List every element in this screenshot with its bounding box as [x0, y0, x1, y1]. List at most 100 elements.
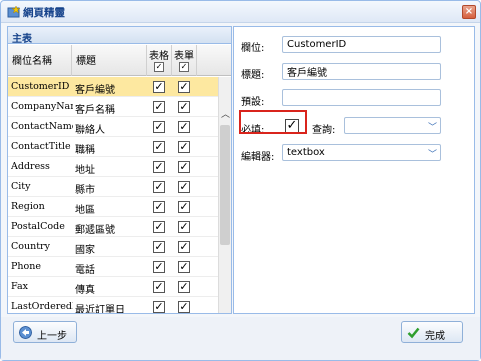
header-table-checkbox[interactable]: ✓	[179, 62, 189, 72]
table-checkbox[interactable]: ✓	[178, 221, 190, 233]
form-checkbox[interactable]: ✓	[153, 161, 165, 173]
table-row[interactable]: Country 國家 ✓ ✓	[8, 237, 218, 257]
table-row[interactable]: Fax 傳真 ✓ ✓	[8, 277, 218, 297]
header-form-checkbox[interactable]: ✓	[154, 62, 164, 72]
title-cell: 最近訂單日	[75, 305, 125, 313]
chevron-up-icon[interactable]: ︿	[219, 109, 231, 121]
title-cell: 縣市	[75, 185, 95, 196]
table-checkbox[interactable]: ✓	[178, 301, 190, 313]
form-checkbox[interactable]: ✓	[153, 281, 165, 293]
table-checkbox[interactable]: ✓	[178, 281, 190, 293]
field-properties-panel: 欄位: 標題: 預設: 必填: ✓ 查詢: ﹀ 編輯器: textbox ﹀	[233, 26, 475, 314]
query-label: 查詢:	[312, 125, 336, 136]
form-checkbox[interactable]: ✓	[153, 301, 165, 313]
chevron-down-icon: ﹀	[427, 150, 437, 160]
title-cell: 客戶名稱	[75, 105, 115, 116]
form-checkbox[interactable]: ✓	[153, 81, 165, 93]
form-checkbox[interactable]: ✓	[153, 241, 165, 253]
table-row[interactable]: LastOrderedDa 最近訂單日 ✓ ✓	[8, 297, 218, 313]
grid-scrollbar[interactable]: ︿	[218, 77, 231, 313]
table-row[interactable]: Phone 電話 ✓ ✓	[8, 257, 218, 277]
table-checkbox[interactable]: ✓	[178, 161, 190, 173]
finish-button[interactable]: 完成	[401, 321, 463, 343]
title-cell: 聯絡人	[75, 125, 105, 136]
header-form: 表格 ✓	[147, 45, 172, 76]
field-name-cell: PostalCode	[11, 221, 65, 232]
field-name-cell: ContactName	[11, 121, 73, 132]
header-field-name[interactable]: 欄位名稱	[8, 45, 72, 76]
header-title[interactable]: 標題	[72, 45, 147, 76]
form-checkbox[interactable]: ✓	[153, 221, 165, 233]
editor-select[interactable]: textbox ﹀	[282, 144, 441, 161]
title-label: 標題:	[241, 70, 265, 81]
field-name-cell: ContactTitle	[11, 141, 71, 152]
previous-button[interactable]: 上一步	[13, 321, 77, 343]
wizard-window: 網頁精靈 × 主表 欄位名稱 標題 表格 ✓ 表單 ✓ CustomerID 客…	[0, 0, 481, 361]
arrow-left-icon	[19, 326, 32, 339]
previous-button-label: 上一步	[37, 331, 67, 342]
field-name-cell: Region	[11, 201, 45, 212]
form-checkbox[interactable]: ✓	[153, 101, 165, 113]
required-highlight-box	[239, 110, 307, 134]
header-table: 表單 ✓	[172, 45, 197, 76]
header-field-name-label: 欄位名稱	[12, 56, 52, 67]
grid-body: CustomerID 客戶編號 ✓ ✓ CompanyName 客戶名稱 ✓ ✓…	[8, 77, 218, 313]
field-name-cell: CustomerID	[11, 81, 70, 92]
header-form-label: 表格	[149, 51, 169, 62]
title-cell: 地址	[75, 165, 95, 176]
table-checkbox[interactable]: ✓	[178, 181, 190, 193]
field-label: 欄位:	[241, 43, 265, 54]
field-name-cell: LastOrderedDa	[11, 301, 73, 312]
title-bar: 網頁精靈 ×	[1, 1, 480, 23]
default-label: 預設:	[241, 97, 265, 108]
table-checkbox[interactable]: ✓	[178, 81, 190, 93]
title-cell: 客戶編號	[75, 85, 115, 96]
title-input[interactable]	[282, 63, 441, 80]
title-cell: 郵遞區號	[75, 225, 115, 236]
table-row[interactable]: CustomerID 客戶編號 ✓ ✓	[8, 77, 218, 97]
table-checkbox[interactable]: ✓	[178, 261, 190, 273]
table-row[interactable]: PostalCode 郵遞區號 ✓ ✓	[8, 217, 218, 237]
table-row[interactable]: CompanyName 客戶名稱 ✓ ✓	[8, 97, 218, 117]
header-title-label: 標題	[76, 56, 96, 67]
table-row[interactable]: City 縣市 ✓ ✓	[8, 177, 218, 197]
title-cell: 電話	[75, 265, 95, 276]
panel-title: 主表	[8, 27, 231, 45]
title-cell: 國家	[75, 245, 95, 256]
table-checkbox[interactable]: ✓	[178, 201, 190, 213]
table-row[interactable]: Region 地區 ✓ ✓	[8, 197, 218, 217]
header-table-label: 表單	[174, 51, 194, 62]
table-checkbox[interactable]: ✓	[178, 121, 190, 133]
field-name-cell: Phone	[11, 261, 41, 272]
form-checkbox[interactable]: ✓	[153, 261, 165, 273]
field-name-cell: Fax	[11, 281, 28, 292]
form-checkbox[interactable]: ✓	[153, 181, 165, 193]
field-name-cell: City	[11, 181, 31, 192]
query-select[interactable]: ﹀	[344, 117, 441, 134]
default-input[interactable]	[282, 89, 441, 106]
wizard-wand-icon	[7, 5, 21, 18]
table-checkbox[interactable]: ✓	[178, 141, 190, 153]
footer-bar: 上一步 完成	[1, 317, 480, 360]
field-input[interactable]	[282, 36, 441, 53]
table-row[interactable]: ContactName 聯絡人 ✓ ✓	[8, 117, 218, 137]
close-button[interactable]: ×	[462, 5, 476, 19]
master-table-panel: 主表 欄位名稱 標題 表格 ✓ 表單 ✓ CustomerID 客戶編號 ✓ ✓	[7, 26, 232, 314]
editor-label: 編輯器:	[241, 152, 275, 163]
form-checkbox[interactable]: ✓	[153, 121, 165, 133]
title-cell: 傳真	[75, 285, 95, 296]
title-cell: 地區	[75, 205, 95, 216]
table-row[interactable]: ContactTitle 職稱 ✓ ✓	[8, 137, 218, 157]
form-checkbox[interactable]: ✓	[153, 201, 165, 213]
editor-select-value: textbox	[287, 147, 325, 158]
table-row[interactable]: Address 地址 ✓ ✓	[8, 157, 218, 177]
finish-button-label: 完成	[425, 331, 445, 342]
table-checkbox[interactable]: ✓	[178, 101, 190, 113]
table-checkbox[interactable]: ✓	[178, 241, 190, 253]
form-checkbox[interactable]: ✓	[153, 141, 165, 153]
scrollbar-thumb[interactable]	[220, 125, 230, 245]
title-cell: 職稱	[75, 145, 95, 156]
chevron-down-icon: ﹀	[427, 123, 437, 133]
field-name-cell: CompanyName	[11, 101, 73, 112]
field-name-cell: Address	[11, 161, 50, 172]
